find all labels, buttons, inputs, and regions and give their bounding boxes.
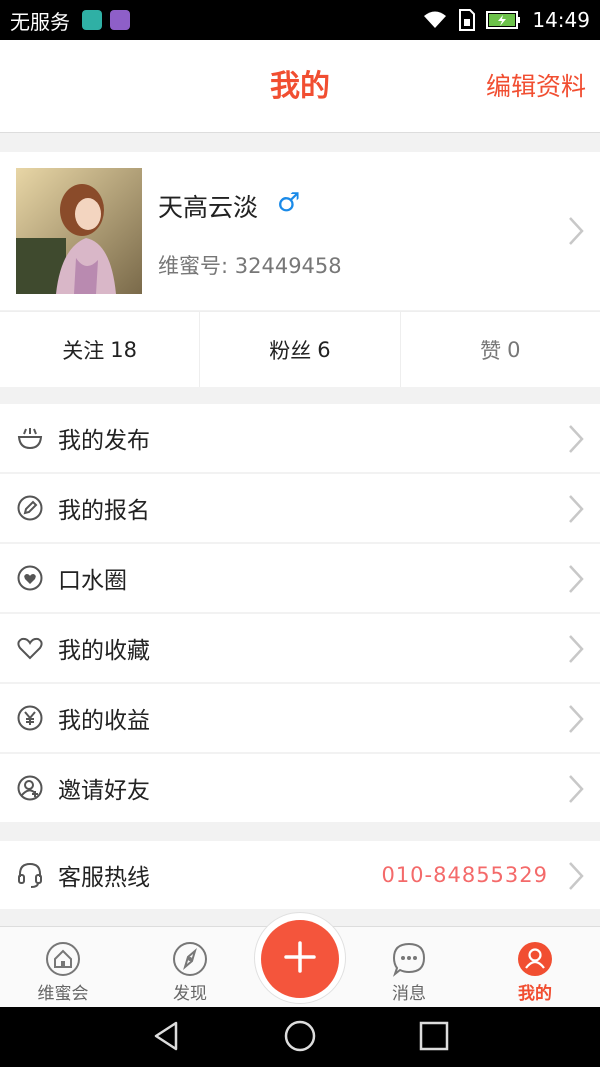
stat-label: 赞 xyxy=(480,338,502,363)
carrier-label: 无服务 xyxy=(10,9,70,34)
wifi-icon xyxy=(422,10,448,30)
chat-bubble-icon xyxy=(391,941,427,977)
stat-label: 粉丝 xyxy=(269,338,312,363)
menu-label: 口水圈 xyxy=(58,568,127,594)
pencil-circle-icon xyxy=(15,493,45,523)
top-header: 我的 编辑资料 xyxy=(0,40,600,133)
nav-label: 维蜜会 xyxy=(37,984,89,1004)
gallery-notification-icon xyxy=(110,10,130,30)
nav-messages[interactable]: 消息 xyxy=(349,927,469,1008)
nav-home[interactable]: 维蜜会 xyxy=(3,927,123,1008)
stat-fans[interactable]: 粉丝 6 xyxy=(200,312,401,387)
add-person-icon xyxy=(15,773,45,803)
stat-label: 关注 xyxy=(62,338,105,363)
home-icon xyxy=(45,941,81,977)
nav-mine[interactable]: 我的 xyxy=(475,927,595,1008)
home-circle-icon[interactable] xyxy=(283,1019,317,1057)
edit-profile-button[interactable]: 编辑资料 xyxy=(486,40,586,133)
menu-invite-friends[interactable]: 邀请好友 xyxy=(0,754,600,822)
chevron-right-icon xyxy=(568,774,584,808)
heart-outline-icon xyxy=(15,633,45,663)
stat-value: 6 xyxy=(317,337,331,362)
menu-drool-circle[interactable]: 口水圈 xyxy=(0,544,600,612)
headset-icon xyxy=(15,860,45,890)
menu-label: 客服热线 xyxy=(58,865,150,891)
bowl-icon xyxy=(15,423,45,453)
add-post-button[interactable] xyxy=(261,920,339,998)
compass-icon xyxy=(172,941,208,977)
chevron-right-icon xyxy=(568,861,584,895)
battery-charging-icon xyxy=(486,10,522,30)
profile-card[interactable]: 天高云淡 ♂ 维蜜号: 32449458 xyxy=(0,152,600,310)
back-icon[interactable] xyxy=(150,1019,184,1057)
menu-label: 我的收益 xyxy=(58,708,150,734)
yen-circle-icon xyxy=(15,703,45,733)
menu-my-posts[interactable]: 我的发布 xyxy=(0,404,600,472)
stat-following[interactable]: 关注 18 xyxy=(0,312,201,387)
service-phone[interactable]: 010-84855329 xyxy=(381,863,548,887)
person-icon xyxy=(517,941,553,977)
status-bar: 无服务 14:49 xyxy=(0,0,600,40)
stat-value: 0 xyxy=(507,337,521,362)
sim-icon xyxy=(458,9,476,31)
clock-time: 14:49 xyxy=(532,8,590,32)
menu-label: 我的发布 xyxy=(58,428,150,454)
app-notification-icon xyxy=(82,10,102,30)
chevron-right-icon xyxy=(568,424,584,458)
plus-icon xyxy=(283,940,317,978)
stats-bar: 关注 18 粉丝 6 赞 0 xyxy=(0,311,600,387)
menu-service-hotline[interactable]: 客服热线 010-84855329 xyxy=(0,841,600,909)
username: 天高云淡 xyxy=(158,193,259,222)
menu-label: 邀请好友 xyxy=(58,778,150,804)
chevron-right-icon xyxy=(568,704,584,738)
nav-label: 消息 xyxy=(392,984,426,1004)
menu-label: 我的报名 xyxy=(58,498,150,524)
nav-label: 我的 xyxy=(518,984,552,1004)
chevron-right-icon xyxy=(568,216,584,250)
member-id: 维蜜号: 32449458 xyxy=(158,254,342,278)
nav-discover[interactable]: 发现 xyxy=(130,927,250,1008)
menu-my-registrations[interactable]: 我的报名 xyxy=(0,474,600,542)
chevron-right-icon xyxy=(568,564,584,598)
menu-my-earnings[interactable]: 我的收益 xyxy=(0,684,600,752)
avatar[interactable] xyxy=(16,168,142,294)
heart-circle-icon xyxy=(15,563,45,593)
stat-likes[interactable]: 赞 0 xyxy=(401,312,600,387)
chevron-right-icon xyxy=(568,494,584,528)
menu-label: 我的收藏 xyxy=(58,638,150,664)
menu-my-favorites[interactable]: 我的收藏 xyxy=(0,614,600,682)
stat-value: 18 xyxy=(110,337,138,362)
chevron-right-icon xyxy=(568,634,584,668)
gender-male-icon: ♂ xyxy=(277,188,301,218)
system-nav-bar xyxy=(0,1007,600,1067)
nav-label: 发现 xyxy=(173,984,207,1004)
recents-icon[interactable] xyxy=(417,1019,451,1057)
